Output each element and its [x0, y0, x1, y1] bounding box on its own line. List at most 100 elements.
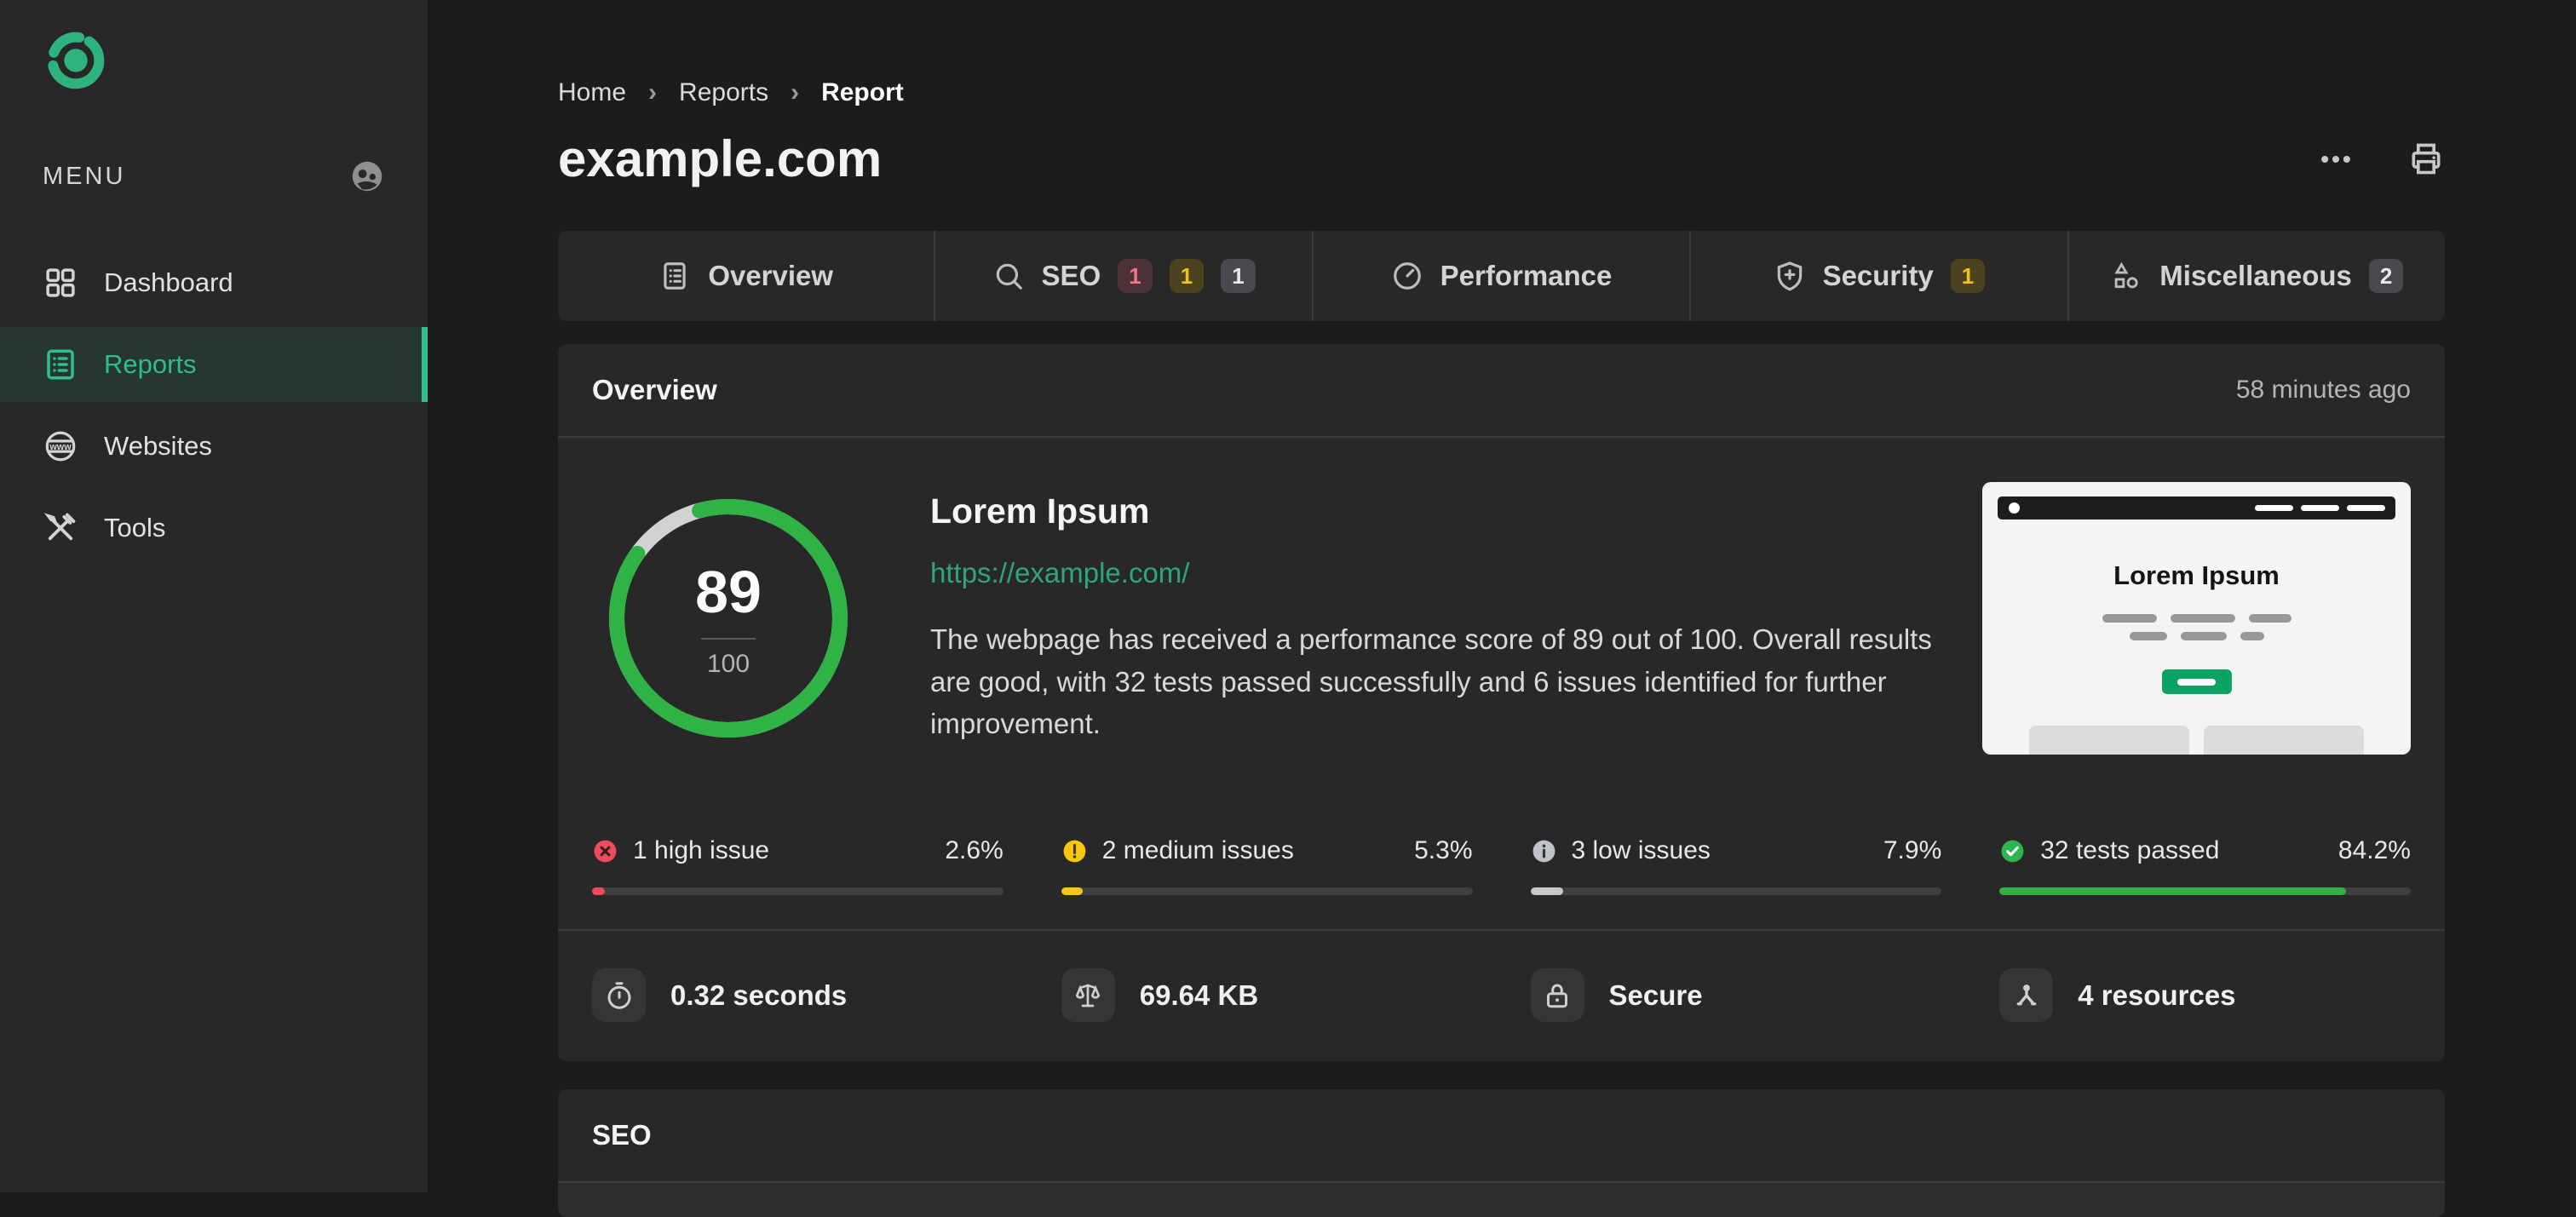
- stat-percent: 2.6%: [945, 836, 1003, 864]
- metric-label: 4 resources: [2078, 979, 2236, 1011]
- tab-label: Overview: [708, 260, 834, 291]
- scales-icon: [1076, 984, 1101, 1007]
- metric-page-size: 69.64 KB: [1061, 968, 1473, 1022]
- print-icon[interactable]: [2407, 141, 2445, 178]
- x-circle-icon: [594, 840, 617, 862]
- stat-percent: 7.9%: [1883, 836, 1942, 864]
- stat-label: 1 high issue: [633, 836, 770, 864]
- security-badge: 1: [1950, 259, 1986, 293]
- score-value: 89: [695, 559, 762, 625]
- misc-badge: 2: [2368, 259, 2404, 293]
- more-options-icon[interactable]: [2317, 141, 2355, 178]
- chevron-right-icon: ›: [648, 78, 658, 106]
- metric-chip: [1530, 968, 1584, 1022]
- page-title: example.com: [558, 130, 883, 187]
- metric-security: Secure: [1530, 968, 1942, 1022]
- info-circle-icon: [1532, 840, 1555, 862]
- breadcrumb: Home › Reports › Report: [558, 0, 2445, 107]
- stat-label: 2 medium issues: [1101, 836, 1294, 864]
- tab-label: Performance: [1440, 260, 1613, 291]
- stat-bar-fill: [1530, 887, 1563, 895]
- thumbnail-content-blocks: [2029, 726, 2364, 755]
- sidebar: MENU Dashboard Reports www Websites Tool…: [0, 0, 428, 1192]
- thumbnail-text-placeholder: [1982, 632, 2411, 640]
- metric-label: 0.32 seconds: [670, 979, 848, 1011]
- shapes-icon: [2114, 261, 2138, 289]
- shield-plus-icon: [1777, 261, 1802, 291]
- report-timestamp: 58 minutes ago: [2235, 376, 2411, 404]
- tab-label: Security: [1822, 260, 1934, 291]
- thumbnail-text-placeholder: [1982, 614, 2411, 623]
- main-content: Home › Reports › Report example.com Over…: [428, 0, 2576, 1217]
- sidebar-item-tools[interactable]: Tools: [0, 491, 428, 565]
- metric-label: 69.64 KB: [1139, 979, 1259, 1011]
- breadcrumb-reports[interactable]: Reports: [679, 78, 768, 107]
- sidebar-item-label: Tools: [104, 513, 166, 542]
- sidebar-item-dashboard[interactable]: Dashboard: [0, 245, 428, 320]
- metric-chip: [1999, 968, 2054, 1022]
- overview-card: Overview 58 minutes ago 89 100 Lorem Ips…: [558, 344, 2445, 1061]
- seo-low-badge: 1: [1221, 259, 1256, 293]
- stopwatch-icon: [607, 981, 630, 1009]
- tab-security[interactable]: Security 1: [1689, 231, 2067, 321]
- site-description: The webpage has received a performance s…: [930, 623, 1932, 740]
- tab-miscellaneous[interactable]: Miscellaneous 2: [2067, 231, 2445, 321]
- report-tabs: Overview SEO 1 1 1 Performance Security …: [558, 231, 2445, 321]
- score-divider: [701, 638, 756, 640]
- seo-medium-badge: 1: [1169, 259, 1205, 293]
- alert-circle-icon: [1063, 840, 1086, 862]
- tab-seo[interactable]: SEO 1 1 1: [934, 231, 1311, 321]
- site-url-link[interactable]: https://example.com/: [930, 557, 1189, 589]
- svg-text:www: www: [49, 442, 72, 452]
- stat-bar-fill: [592, 887, 605, 895]
- metric-load-time: 0.32 seconds: [592, 968, 1003, 1022]
- metric-resources: 4 resources: [1999, 968, 2411, 1022]
- stat-label: 3 low issues: [1571, 836, 1711, 864]
- tab-performance[interactable]: Performance: [1311, 231, 1689, 321]
- thumbnail-dot: [2009, 502, 2020, 514]
- sidebar-item-label: Reports: [104, 349, 197, 379]
- stat-medium-issues: 2 medium issues 5.3%: [1061, 836, 1473, 895]
- stat-bar-fill: [1999, 887, 2346, 895]
- sidebar-item-reports[interactable]: Reports: [0, 327, 428, 402]
- chevron-right-icon: ›: [791, 78, 800, 106]
- thumbnail-button: [2161, 669, 2232, 694]
- stat-label: 32 tests passed: [2040, 836, 2220, 864]
- app-logo-icon[interactable]: [41, 26, 111, 95]
- globe-www-icon: www: [45, 431, 76, 462]
- stat-bar-fill: [1061, 887, 1084, 895]
- lock-icon: [1547, 984, 1567, 1007]
- stat-low-issues: 3 low issues 7.9%: [1530, 836, 1942, 895]
- breadcrumb-current: Report: [821, 78, 904, 106]
- sidebar-nav: Dashboard Reports www Websites Tools: [0, 245, 428, 565]
- report-list-icon: [47, 349, 74, 380]
- overview-icon: [664, 262, 686, 290]
- thumbnail-menu-lines: [2255, 505, 2385, 511]
- metric-label: Secure: [1608, 979, 1703, 1011]
- quick-metrics-row: 0.32 seconds 69.64 KB Secure 4 resources: [558, 931, 2445, 1061]
- seo-section-title: SEO: [592, 1119, 652, 1151]
- breadcrumb-home[interactable]: Home: [558, 78, 626, 107]
- metric-chip: [592, 968, 646, 1022]
- circle-dots-icon[interactable]: [348, 157, 387, 196]
- thumbnail-browser-bar: [1998, 497, 2395, 520]
- tools-icon: [43, 513, 76, 541]
- sidebar-item-label: Dashboard: [104, 267, 233, 297]
- sidebar-item-websites[interactable]: www Websites: [0, 409, 428, 484]
- seo-high-badge: 1: [1118, 259, 1153, 293]
- issue-stats-row: 1 high issue 2.6% 2 medium issues 5.3% 3…: [558, 806, 2445, 931]
- search-icon: [996, 263, 1022, 290]
- score-ring: 89 100: [605, 495, 852, 742]
- gauge-icon: [1393, 262, 1421, 290]
- metric-chip: [1061, 968, 1115, 1022]
- score-max: 100: [706, 650, 750, 678]
- tab-label: SEO: [1041, 260, 1101, 291]
- stat-high-issues: 1 high issue 2.6%: [592, 836, 1003, 895]
- seo-card: SEO: [558, 1089, 2445, 1217]
- stat-percent: 5.3%: [1414, 836, 1473, 864]
- tab-overview[interactable]: Overview: [558, 231, 934, 321]
- stat-percent: 84.2%: [2337, 836, 2411, 864]
- stat-tests-passed: 32 tests passed 84.2%: [1999, 836, 2411, 895]
- tab-label: Miscellaneous: [2159, 260, 2352, 291]
- site-thumbnail[interactable]: Lorem Ipsum: [1982, 482, 2411, 755]
